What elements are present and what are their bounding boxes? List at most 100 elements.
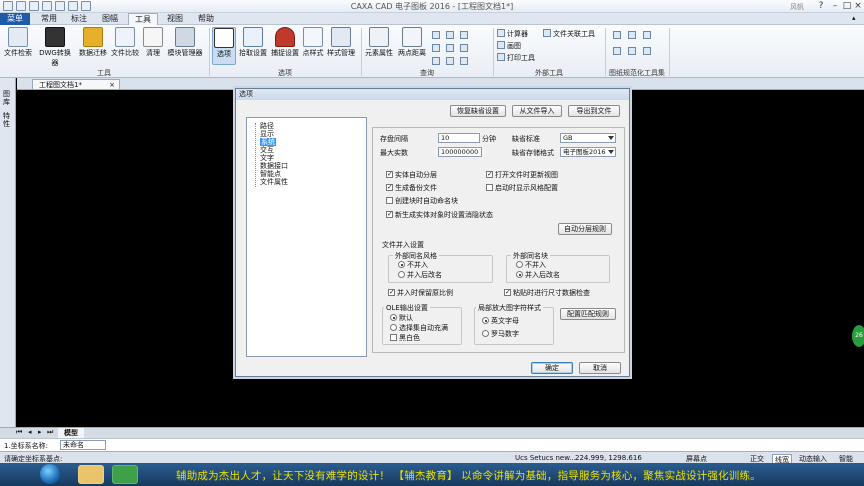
tab-help[interactable]: 帮助 [193, 13, 219, 25]
dialog-title-bar[interactable]: 选项 [236, 89, 629, 100]
document-tab[interactable]: 工程图文档1* × [32, 79, 120, 90]
floating-badge[interactable]: 26 [852, 325, 864, 347]
ole-fill-radio[interactable]: 选择集自动充满 [390, 324, 448, 332]
style-no-merge-radio[interactable]: 不并入 [398, 261, 428, 269]
query-perimeter-button[interactable] [446, 44, 456, 54]
save-interval-input[interactable]: 10 [438, 133, 480, 143]
tab-menu[interactable]: 菜单 [0, 13, 30, 25]
point-style-button[interactable]: 点样式 [302, 27, 324, 58]
checkbox-icon [214, 28, 234, 48]
help-icon[interactable]: ? [815, 1, 827, 11]
query-length-button[interactable] [432, 44, 442, 54]
std-tool-6-button[interactable] [643, 47, 653, 57]
style-merge-rename-radio[interactable]: 并入后改名 [398, 271, 442, 279]
std-tool-2-button[interactable] [628, 31, 638, 41]
update-view-checkbox[interactable]: 打开文件时更新视图 [486, 170, 558, 179]
file-compare-button[interactable]: 文件比较 [110, 27, 140, 58]
dwg-converter-button[interactable]: DWG转换器 [36, 27, 74, 68]
std-tool-3-button[interactable] [643, 31, 653, 41]
block-no-merge-radio[interactable]: 不并入 [516, 261, 546, 269]
startup-style-checkbox[interactable]: 启动时显示风格配置 [486, 184, 558, 192]
keep-scale-checkbox[interactable]: 并入时保留原比例 [388, 288, 453, 297]
close-tab-icon[interactable]: × [109, 80, 115, 90]
hidden-state-checkbox[interactable]: 新生成实体对象时设置消隐状态 [386, 210, 493, 219]
radio-circle [390, 324, 397, 331]
tab-annotate[interactable]: 标注 [66, 13, 92, 25]
cleanup-button[interactable]: 清理 [143, 27, 163, 58]
auto-layer-rules-button[interactable]: 自动分层规则 [558, 223, 612, 235]
prev-layout-icon[interactable]: ◂ [28, 428, 32, 436]
side-tab-properties[interactable]: 特性 [3, 112, 13, 128]
paste-size-check-checkbox[interactable]: 粘贴时进行尺寸数据检查 [504, 288, 590, 297]
tree-item-system[interactable]: 系统 [260, 138, 276, 146]
last-layout-icon[interactable]: ⏭ [47, 428, 53, 437]
cancel-button[interactable]: 取消 [579, 362, 621, 374]
print-tool-button[interactable]: 打印工具 [497, 53, 535, 63]
data-migration-button[interactable]: 数据迁移 [78, 27, 108, 58]
query-inertia-button[interactable] [460, 44, 470, 54]
query-angle-button[interactable] [432, 31, 442, 41]
ok-button[interactable]: 确定 [531, 362, 573, 374]
tree-item-display[interactable]: 显示 [260, 130, 274, 138]
tab-view[interactable]: 视图 [162, 13, 188, 25]
pick-settings-button[interactable]: 拾取设置 [238, 27, 268, 58]
default-standard-select[interactable]: GB [560, 133, 616, 143]
tab-model[interactable]: 模型 [58, 428, 84, 438]
next-layout-icon[interactable]: ▸ [38, 428, 42, 436]
command-input[interactable]: 未命名 [60, 440, 106, 450]
tab-tools[interactable]: 工具 [128, 13, 158, 25]
tree-item-file-properties[interactable]: 文件属性 [260, 178, 288, 186]
query-system-button[interactable] [460, 57, 470, 67]
std-tool-1-button[interactable] [613, 31, 623, 41]
default-format-select[interactable]: 电子图板2016 [560, 147, 616, 157]
query-centroid-button[interactable] [460, 31, 470, 41]
tree-item-interaction[interactable]: 交互 [260, 146, 274, 154]
english-letters-radio[interactable]: 英文字母 [482, 317, 519, 325]
export-to-file-button[interactable]: 导出到文件 [568, 105, 620, 117]
options-button[interactable]: 选项 [212, 27, 236, 65]
backup-file-checkbox[interactable]: 生成备份文件 [386, 183, 437, 192]
query-area-button[interactable] [446, 31, 456, 41]
ole-default-radio[interactable]: 默认 [390, 314, 413, 322]
block-merge-rename-radio[interactable]: 并入后改名 [516, 271, 560, 279]
tree-item-smart-point[interactable]: 智能点 [260, 170, 281, 178]
radio-circle [516, 271, 523, 278]
import-from-file-button[interactable]: 从文件导入 [512, 105, 562, 117]
tab-sheet[interactable]: 图幅 [97, 13, 123, 25]
tree-item-text[interactable]: 文字 [260, 154, 274, 162]
tab-common[interactable]: 常用 [36, 13, 62, 25]
configure-match-rules-button[interactable]: 配置匹配规则 [560, 308, 616, 320]
file-association-button[interactable]: 文件关联工具 [543, 29, 595, 39]
app-taskbar-icon[interactable] [112, 465, 138, 484]
ribbon-collapse-icon[interactable]: ▴ [852, 14, 856, 22]
tree-item-path[interactable]: 路径 [260, 122, 274, 130]
query-weight-button[interactable] [432, 57, 442, 67]
two-point-distance-button[interactable]: 两点距离 [397, 27, 427, 58]
close-icon[interactable]: × [852, 1, 864, 11]
side-tab-library[interactable]: 图库 [3, 90, 13, 106]
max-entity-input[interactable]: 100000000 [438, 147, 482, 157]
restore-defaults-button[interactable]: 恢复缺省设置 [450, 105, 506, 117]
ribbon-tab-bar: 菜单 常用 标注 图幅 工具 视图 帮助 ▴ [0, 13, 864, 25]
style-manager-button[interactable]: 样式管理 [326, 27, 356, 58]
start-button[interactable] [40, 464, 60, 484]
roman-numerals-radio[interactable]: 罗马数字 [482, 330, 519, 338]
paint-button[interactable]: 画图 [497, 41, 521, 51]
calculator-button[interactable]: 计算器 [497, 29, 528, 39]
minimize-icon[interactable]: – [829, 1, 841, 11]
std-tool-4-button[interactable] [613, 47, 623, 57]
tree-item-data-interface[interactable]: 数据接口 [260, 162, 288, 170]
snap-settings-button[interactable]: 捕捉设置 [270, 27, 300, 58]
auto-layer-checkbox[interactable]: 实体自动分层 [386, 170, 437, 179]
std-tool-5-button[interactable] [628, 47, 638, 57]
checkbox-box [386, 170, 393, 178]
module-manager-button[interactable]: 模块管理器 [165, 27, 205, 58]
element-properties-button[interactable]: 元素属性 [364, 27, 394, 58]
user-label[interactable]: 风帆 [790, 2, 804, 12]
explorer-taskbar-icon[interactable] [78, 465, 104, 484]
auto-block-name-checkbox[interactable]: 创建块时自动命名块 [386, 197, 458, 205]
file-search-button[interactable]: 文件检索 [4, 27, 32, 58]
query-coordinate-button[interactable] [446, 57, 456, 67]
first-layout-icon[interactable]: ⏮ [16, 428, 22, 437]
black-white-checkbox[interactable]: 黑白色 [390, 334, 420, 342]
